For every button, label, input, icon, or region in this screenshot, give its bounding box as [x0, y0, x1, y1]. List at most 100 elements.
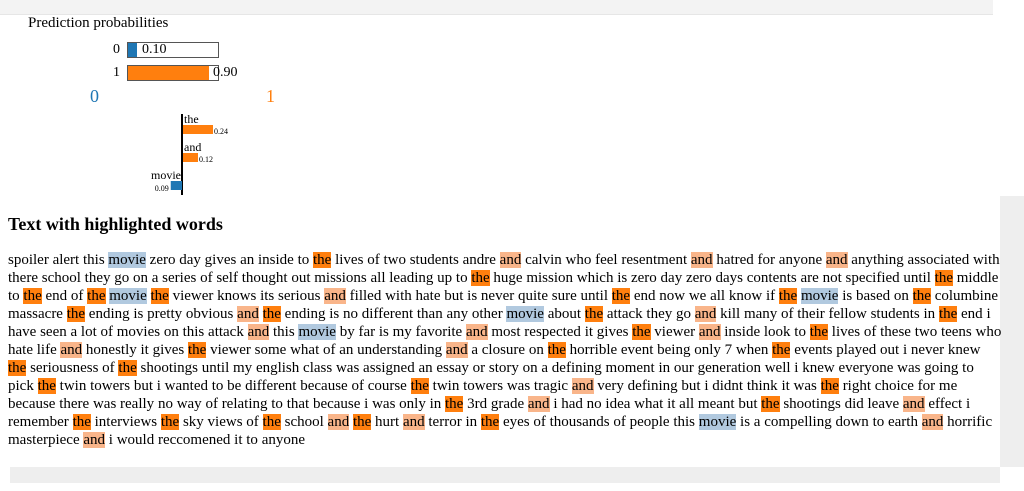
text-word: different — [245, 378, 297, 394]
text-word: moment — [605, 360, 655, 376]
text-word: movies — [116, 324, 161, 340]
text-word: choice — [874, 378, 914, 394]
text-word: was — [92, 396, 117, 412]
text-word: class — [303, 360, 333, 376]
text-word: huge — [493, 270, 523, 286]
text-word: was — [335, 360, 360, 376]
prediction-value-label: 0.10 — [142, 42, 167, 57]
text-word: day — [660, 270, 683, 286]
text-word: hate — [8, 342, 33, 358]
text-word: on — [163, 324, 179, 340]
highlighted-word: the — [8, 360, 27, 376]
highlighted-word: movie — [108, 252, 146, 268]
text-word: zero — [685, 270, 712, 286]
text-word: end — [45, 288, 68, 304]
text-word: of — [200, 270, 213, 286]
highlighted-word: movie — [698, 414, 737, 430]
text-word: story — [488, 360, 519, 376]
text-word: viewer — [172, 288, 214, 304]
text-word: of — [367, 252, 380, 268]
text-word: defining — [551, 360, 602, 376]
feature-weight-chart: the 0.24 and0.12 movie 0.09 — [151, 112, 228, 195]
text-word: school — [41, 270, 81, 286]
text-word: students — [870, 306, 920, 322]
text-word: never — [480, 288, 515, 304]
text-word: course — [367, 378, 407, 394]
text-word: anyone — [261, 432, 306, 448]
text-word: calvin — [525, 252, 562, 268]
text-word: a — [151, 270, 159, 286]
text-word: is — [378, 324, 389, 340]
text-word: fellow — [828, 306, 867, 322]
text-word: about — [547, 306, 582, 322]
text-word: english — [255, 360, 300, 376]
text-word: hatred — [716, 252, 754, 268]
text-word: know — [728, 288, 763, 304]
text-word: in — [429, 396, 442, 412]
text-word: effect — [928, 396, 963, 412]
text-word: seen — [40, 324, 67, 340]
text-word: me — [938, 378, 958, 394]
text-word: gives — [204, 252, 237, 268]
text-word: if — [765, 288, 776, 304]
highlighted-word: movie — [800, 288, 839, 304]
text-word: obvious — [185, 306, 234, 322]
text-word: of — [863, 324, 877, 340]
text-word: they — [646, 306, 673, 322]
text-word: this — [82, 252, 105, 268]
prediction-row-class-1: 1 0.90 — [0, 65, 300, 83]
text-word: my — [233, 360, 253, 376]
text-word: two — [383, 252, 406, 268]
text-word: knows — [217, 288, 257, 304]
text-word: pick — [8, 378, 34, 394]
text-word: two — [914, 324, 938, 340]
text-word: feel — [595, 252, 618, 268]
text-word: honestly — [85, 342, 137, 358]
text-word: wanted — [164, 378, 208, 394]
text-word: missions — [314, 270, 367, 286]
text-word: students — [409, 252, 459, 268]
text-word: 7 — [724, 342, 733, 358]
text-word: zero — [149, 252, 176, 268]
text-word: no — [586, 396, 602, 412]
text-word: other — [471, 306, 503, 322]
text-word: twin — [432, 378, 460, 394]
text-word: self — [216, 270, 238, 286]
text-word: idea — [605, 396, 631, 412]
text-word: horrific — [947, 414, 993, 430]
text-word: compelling — [764, 414, 832, 430]
text-word: inside — [724, 324, 761, 340]
text-word: days — [715, 270, 744, 286]
highlighted-word: the — [150, 288, 169, 304]
text-word: generation — [697, 360, 761, 376]
highlighted-word: the — [611, 288, 631, 304]
highlighted-word: movie — [109, 288, 147, 304]
text-word: go — [676, 306, 691, 322]
highlighted-word: movie — [506, 306, 544, 322]
text-word: to — [8, 288, 20, 304]
highlighted-word: the — [584, 306, 604, 322]
text-word: people — [629, 414, 670, 430]
text-word: until — [903, 270, 931, 286]
text-word: out — [291, 270, 311, 286]
highlighted-word: and — [690, 252, 713, 268]
text-word: is — [842, 288, 853, 304]
text-word: middle — [956, 270, 999, 286]
text-word: leading — [389, 270, 434, 286]
feature-label-and: and — [184, 140, 201, 154]
text-word: but — [738, 396, 758, 412]
highlighted-text-panel: Text with highlighted words spoiler aler… — [0, 196, 1001, 467]
text-word: i — [965, 396, 971, 412]
text-word: is — [740, 414, 751, 430]
highlighted-word: and — [921, 414, 944, 430]
text-word: understanding — [357, 342, 443, 358]
text-word: associated — [907, 252, 970, 268]
text-word: seriousness — [30, 360, 99, 376]
text-word: but — [681, 378, 701, 394]
text-word: far — [358, 324, 376, 340]
highlighted-word: the — [37, 378, 56, 394]
prediction-bar-frame — [127, 65, 219, 81]
text-word: i — [364, 396, 369, 412]
text-word: gives — [152, 342, 185, 358]
text-word: filled — [349, 288, 382, 304]
